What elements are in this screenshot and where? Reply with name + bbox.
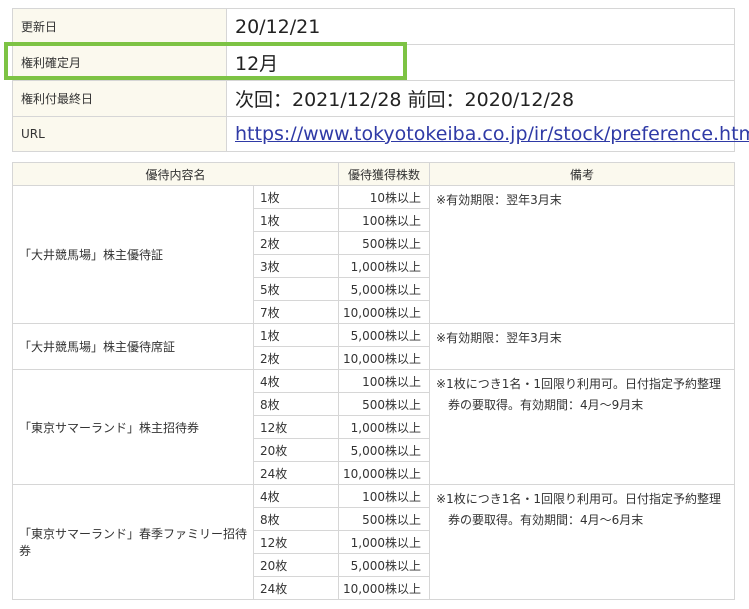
benefit-note-cell: ※有効期限：翌年3月末 — [429, 185, 735, 324]
ticket-count: 12枚 — [252, 530, 340, 554]
info-row-last-day: 権利付最終日 次回：2021/12/28 前回：2020/12/28 — [12, 80, 735, 117]
ticket-count: 8枚 — [252, 392, 340, 416]
share-requirement: 10,000株以上 — [338, 461, 431, 485]
share-requirement: 500株以上 — [338, 507, 431, 531]
share-requirement: 100株以上 — [338, 484, 431, 508]
share-requirement: 100株以上 — [338, 208, 431, 232]
ticket-count: 1枚 — [252, 208, 340, 232]
ticket-count: 2枚 — [252, 346, 340, 370]
ticket-count: 20枚 — [252, 553, 340, 577]
last-day-value: 次回：2021/12/28 前回：2020/12/28 — [226, 80, 735, 117]
ticket-count: 4枚 — [252, 484, 340, 508]
updated-label: 更新日 — [12, 8, 227, 45]
url-label: URL — [12, 116, 227, 152]
ticket-count: 3枚 — [252, 254, 340, 278]
share-requirement: 5,000株以上 — [338, 438, 431, 462]
share-requirement: 500株以上 — [338, 231, 431, 255]
benefit-name: 「大井競馬場」株主優待証 — [12, 185, 254, 324]
ticket-count: 24枚 — [252, 461, 340, 485]
share-requirement: 100株以上 — [338, 369, 431, 393]
benefit-note-cell: ※有効期限：翌年3月末 — [429, 323, 735, 370]
ticket-count: 24枚 — [252, 576, 340, 600]
info-row-updated: 更新日 20/12/21 — [12, 8, 735, 45]
share-requirement: 10,000株以上 — [338, 300, 431, 324]
ticket-count: 5枚 — [252, 277, 340, 301]
ticket-count: 4枚 — [252, 369, 340, 393]
benefit-name: 「大井競馬場」株主優待席証 — [12, 323, 254, 370]
ticket-count: 1枚 — [252, 323, 340, 347]
table-row: 「東京サマーランド」株主招待券 4枚 100株以上 ※1枚につき1名・1回限り利用可。… — [12, 369, 735, 485]
benefit-name: 「東京サマーランド」株主招待券 — [12, 369, 254, 485]
benefits-header-row: 優待内容名 優待獲得株数 備考 — [11, 162, 735, 186]
share-requirement: 5,000株以上 — [338, 277, 431, 301]
benefit-name: 「東京サマーランド」春季ファミリー招待券 — [12, 484, 254, 600]
benefits-table: 優待内容名 優待獲得株数 備考 「大井競馬場」株主優待証 1枚 10株以上 ※有効期限… — [11, 162, 735, 600]
ticket-count: 12枚 — [252, 415, 340, 439]
table-row: 「大井競馬場」株主優待証 1枚 10株以上 ※有効期限：翌年3月末 — [12, 185, 735, 324]
url-cell: https://www.tokyotokeiba.co.jp/ir/stock/… — [226, 116, 749, 152]
last-day-label: 権利付最終日 — [12, 80, 227, 117]
benefit-note: ※有効期限：翌年3月末 — [436, 331, 562, 345]
benefit-note: ※有効期限：翌年3月末 — [436, 193, 562, 207]
benefit-note-cell: ※1枚につき1名・1回限り利用可。日付指定予約整理券の要取得。有効期間：4月〜9… — [429, 369, 735, 485]
benefit-note: ※1枚につき1名・1回限り利用可。日付指定予約整理券の要取得。有効期間：4月〜9… — [436, 377, 721, 412]
share-requirement: 10株以上 — [338, 185, 431, 209]
share-requirement: 5,000株以上 — [338, 323, 431, 347]
benefits-body: 「大井競馬場」株主優待証 1枚 10株以上 ※有効期限：翌年3月末 1枚 100株以上 2枚… — [12, 185, 735, 600]
share-requirement: 10,000株以上 — [338, 346, 431, 370]
benefit-note-cell: ※1枚につき1名・1回限り利用可。日付指定予約整理券の要取得。有効期間：4月〜6… — [429, 484, 735, 600]
share-requirement: 1,000株以上 — [338, 530, 431, 554]
record-month-label: 権利確定月 — [12, 44, 227, 81]
record-month-value: 12月 — [226, 44, 735, 81]
ticket-count: 8枚 — [252, 507, 340, 531]
header-shares: 優待獲得株数 — [338, 162, 431, 186]
ticket-count: 7枚 — [252, 300, 340, 324]
share-requirement: 5,000株以上 — [338, 553, 431, 577]
ticket-count: 1枚 — [252, 185, 340, 209]
info-row-record-month: 権利確定月 12月 — [12, 44, 735, 81]
share-requirement: 10,000株以上 — [338, 576, 431, 600]
share-requirement: 1,000株以上 — [338, 415, 431, 439]
updated-value: 20/12/21 — [226, 8, 735, 45]
share-requirement: 500株以上 — [338, 392, 431, 416]
stock-info-table: 更新日 20/12/21 権利確定月 12月 権利付最終日 次回：2021/12… — [12, 8, 749, 152]
header-notes: 備考 — [429, 162, 735, 186]
share-requirement: 1,000株以上 — [338, 254, 431, 278]
benefit-note: ※1枚につき1名・1回限り利用可。日付指定予約整理券の要取得。有効期間：4月〜6… — [436, 492, 721, 527]
info-row-url: URL https://www.tokyotokeiba.co.jp/ir/st… — [12, 116, 749, 152]
ticket-count: 2枚 — [252, 231, 340, 255]
ticket-count: 20枚 — [252, 438, 340, 462]
header-content-name: 優待内容名 — [11, 162, 340, 186]
table-row: 「東京サマーランド」春季ファミリー招待券 4枚 100株以上 ※1枚につき1名・1回限… — [12, 484, 735, 600]
url-link[interactable]: https://www.tokyotokeiba.co.jp/ir/stock/… — [235, 123, 749, 145]
table-row: 「大井競馬場」株主優待席証 1枚 5,000株以上 ※有効期限：翌年3月末 — [12, 323, 735, 370]
